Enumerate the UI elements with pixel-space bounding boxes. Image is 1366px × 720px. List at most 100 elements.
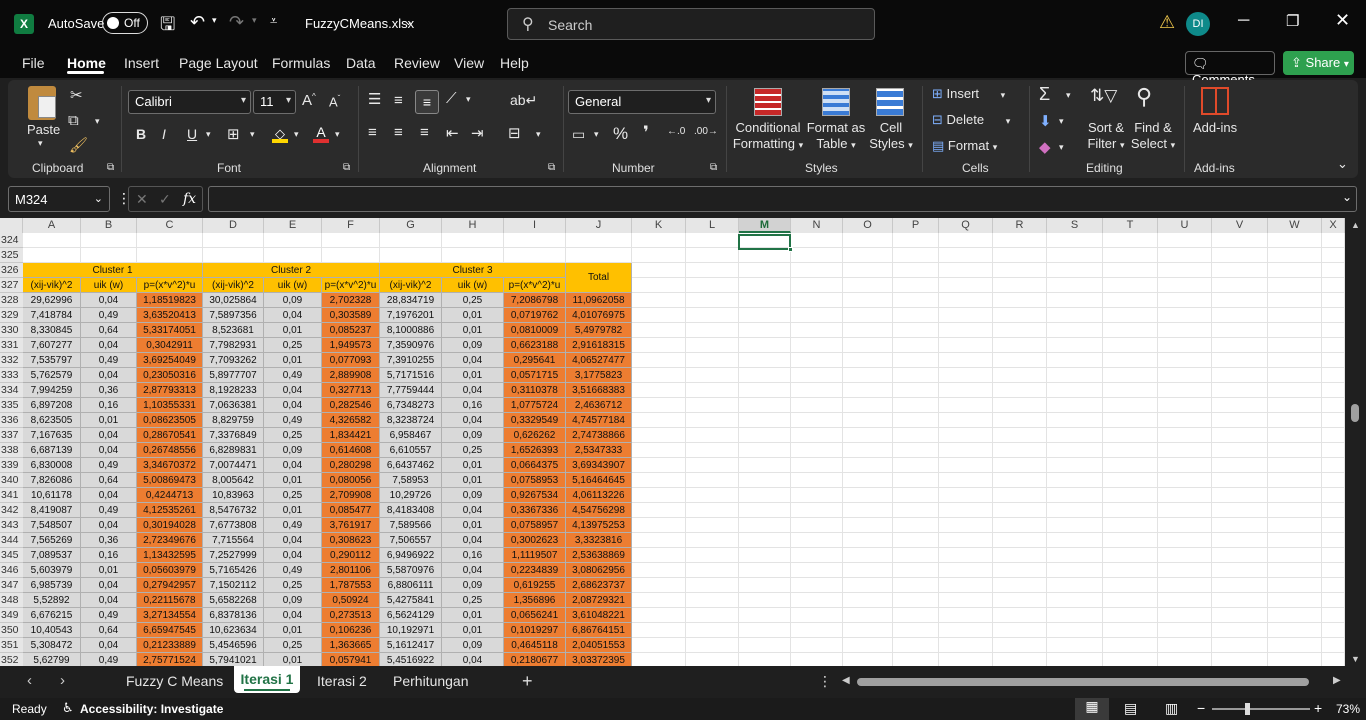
table-cell[interactable]: 0,16 [81,548,137,563]
table-cell[interactable]: 6,610557 [380,443,442,458]
table-cell[interactable]: 0,9267534 [504,488,566,503]
table-cell[interactable]: 6,65947545 [137,623,203,638]
table-cell[interactable]: 0,6623188 [504,338,566,353]
paste-icon[interactable] [28,86,56,120]
table-cell[interactable]: 0,2234839 [504,563,566,578]
column-header-b[interactable]: B [81,218,137,233]
orientation-dropdown-icon[interactable]: ▾ [466,94,471,105]
table-cell[interactable]: 0,49 [264,368,322,383]
table-cell[interactable]: 5,8977707 [203,368,264,383]
table-cell[interactable]: 7,2086798 [504,293,566,308]
row-header-344[interactable]: 344 [0,533,23,548]
autosum-icon[interactable]: Σ [1039,84,1050,105]
table-cell[interactable]: 2,91618315 [566,338,632,353]
underline-button[interactable]: U [187,126,197,142]
table-cell[interactable]: 4,06527477 [566,353,632,368]
table-cell[interactable]: 0,085237 [322,323,380,338]
table-cell[interactable]: 0,28670541 [137,428,203,443]
tab-home[interactable]: Home [67,55,106,71]
table-cell[interactable]: 6,6437462 [380,458,442,473]
format-cells-button[interactable]: ▤ Format ▾ [932,138,997,154]
table-cell[interactable]: 7,548507 [23,518,81,533]
close-icon[interactable]: ✕ [1335,10,1350,31]
table-cell[interactable]: 0,23050316 [137,368,203,383]
row-header-345[interactable]: 345 [0,548,23,563]
table-cell[interactable]: 7,1502112 [203,578,264,593]
cell-styles-button[interactable]: Cell Styles ▾ [866,120,916,153]
table-cell[interactable]: 1,949573 [322,338,380,353]
table-cell[interactable]: 6,5624129 [380,608,442,623]
scroll-down-icon[interactable]: ▼ [1351,654,1360,664]
table-cell[interactable]: 0,25 [264,578,322,593]
table-cell[interactable]: 0,273513 [322,608,380,623]
percent-style-icon[interactable]: % [613,124,628,144]
table-cell[interactable]: 8,4183408 [380,503,442,518]
search-box[interactable]: ⚲ Search [507,8,875,40]
table-cell[interactable]: 8,3238724 [380,413,442,428]
undo-dropdown-icon[interactable]: ▾ [212,15,217,26]
table-cell[interactable]: 4,54756298 [566,503,632,518]
paste-dropdown-icon[interactable]: ▾ [38,138,43,149]
table-cell[interactable]: 0,626262 [504,428,566,443]
table-cell[interactable]: 0,01 [442,458,504,473]
warning-icon[interactable]: ⚠ [1159,12,1175,33]
align-middle-icon[interactable]: ≡ [394,92,403,109]
row-header-340[interactable]: 340 [0,473,23,488]
table-cell[interactable]: 2,709908 [322,488,380,503]
shrink-font-icon[interactable]: Aˇ [329,94,340,109]
select-all-corner[interactable] [0,218,23,233]
sort-filter-icon[interactable]: ⇅▽ [1090,86,1117,106]
table-cell[interactable]: 5,00869473 [137,473,203,488]
table-cell[interactable]: 0,01 [81,563,137,578]
table-cell[interactable]: 6,958467 [380,428,442,443]
table-cell[interactable]: 0,04 [264,308,322,323]
row-header-341[interactable]: 341 [0,488,23,503]
prev-sheet-icon[interactable]: ‹ [27,672,32,689]
table-cell[interactable]: 7,3376849 [203,428,264,443]
table-cell[interactable]: 7,1976201 [380,308,442,323]
table-cell[interactable]: 0,01 [442,308,504,323]
table-cell[interactable]: 0,614608 [322,443,380,458]
accounting-dropdown-icon[interactable]: ▾ [594,129,599,140]
table-cell[interactable]: 0,26748556 [137,443,203,458]
hscroll-left-icon[interactable]: ◀ [842,675,850,686]
table-cell[interactable]: 5,4516922 [380,653,442,666]
fill-dropdown-icon[interactable]: ▾ [1059,116,1064,127]
table-cell[interactable]: 0,0719762 [504,308,566,323]
table-cell[interactable]: 6,9496922 [380,548,442,563]
comma-style-icon[interactable]: ❜ [643,123,649,143]
table-cell[interactable]: 0,3002623 [504,533,566,548]
sub-header[interactable]: uik (w) [442,278,504,293]
borders-dropdown-icon[interactable]: ▾ [250,129,255,140]
active-cell[interactable] [738,234,793,252]
table-cell[interactable]: 0,49 [81,308,137,323]
column-header-d[interactable]: D [203,218,264,233]
table-cell[interactable]: 1,356896 [504,593,566,608]
table-cell[interactable]: 4,326582 [322,413,380,428]
horizontal-scroll-thumb[interactable] [857,678,1309,686]
zoom-out-icon[interactable]: − [1197,700,1205,716]
row-header-350[interactable]: 350 [0,623,23,638]
table-cell[interactable]: 0,04 [81,593,137,608]
table-cell[interactable]: 0,2180677 [504,653,566,666]
table-cell[interactable]: 6,8806111 [380,578,442,593]
row-header-329[interactable]: 329 [0,308,23,323]
sub-header[interactable]: p=(x*v^2)*u [137,278,203,293]
table-cell[interactable]: 5,7941021 [203,653,264,666]
clear-icon[interactable]: ◆ [1039,138,1051,156]
page-break-view-icon[interactable]: ▥ [1165,700,1178,717]
font-launcher-icon[interactable]: ⧉ [343,162,350,173]
cut-icon[interactable]: ✂ [70,86,83,104]
accessibility-status[interactable]: Accessibility: Investigate [80,702,223,716]
conditional-formatting-button[interactable]: Conditional Formatting ▾ [732,120,804,153]
collapse-ribbon-icon[interactable]: ⌄ [1337,156,1348,172]
number-launcher-icon[interactable]: ⧉ [710,162,717,173]
table-cell[interactable]: 10,83963 [203,488,264,503]
table-cell[interactable]: 29,62996 [23,293,81,308]
copy-dropdown-icon[interactable]: ▾ [95,116,100,127]
table-cell[interactable]: 0,01 [264,473,322,488]
zoom-in-icon[interactable]: + [1314,700,1322,716]
table-cell[interactable]: 2,04051553 [566,638,632,653]
more-sheets-icon[interactable]: ⋮ [818,673,832,690]
sub-header[interactable]: uik (w) [264,278,322,293]
